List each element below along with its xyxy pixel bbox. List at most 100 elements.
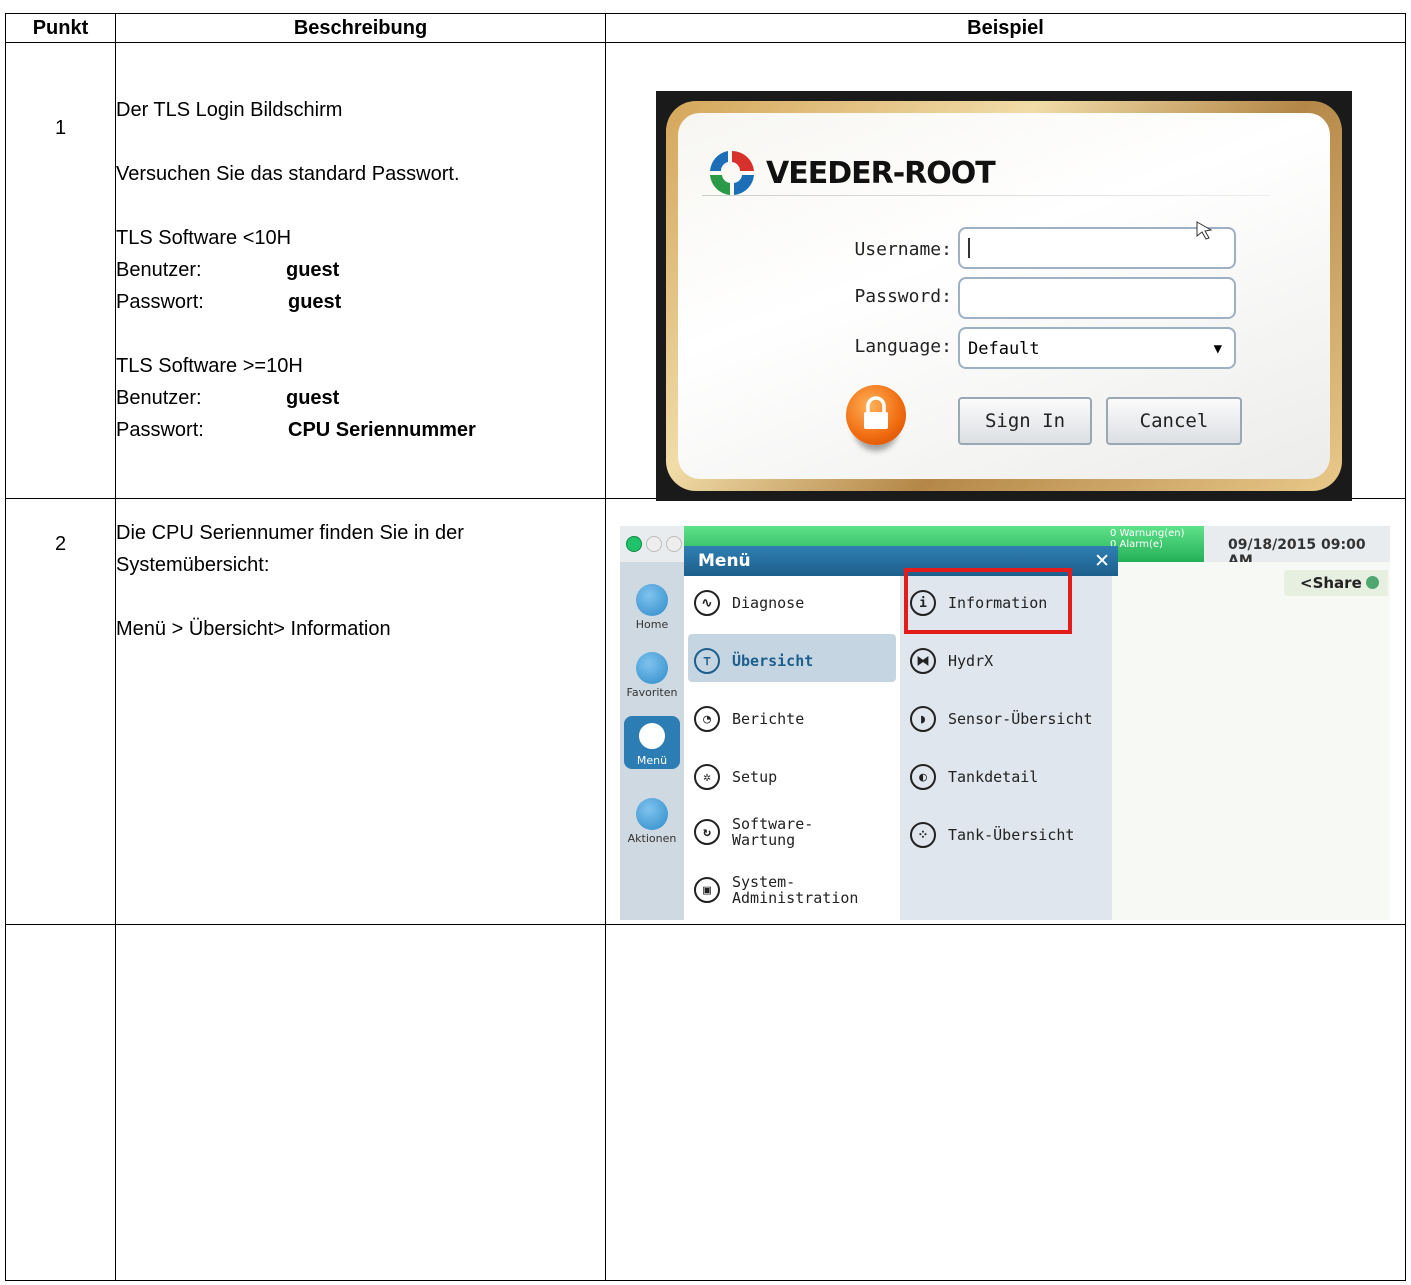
brand-name: VEEDER-ROOT <box>766 155 996 191</box>
sidebar-item-aktionen[interactable]: Aktionen <box>624 798 680 845</box>
pass-value: guest <box>288 291 342 313</box>
veeder-root-logo: VEEDER-ROOT <box>706 147 996 199</box>
close-icon[interactable]: ✕ <box>1094 546 1110 576</box>
user-label: Benutzer: <box>116 387 202 409</box>
menu-item-label: HydrX <box>948 652 994 670</box>
pass-label: Passwort: <box>116 419 204 441</box>
login-panel: VEEDER-ROOT Username: Password: Language… <box>678 113 1330 479</box>
menu-item-berichte[interactable]: ◔ Berichte <box>694 706 804 732</box>
sidebar-label: Home <box>635 618 669 631</box>
dropdown-arrow-icon: ▼ <box>1213 341 1222 357</box>
content-area <box>1110 562 1390 920</box>
pass-value: CPU Seriennummer <box>288 419 476 441</box>
warning-count: 0 Warnung(en) <box>1110 528 1185 539</box>
menu-item-label: Wartung <box>732 831 796 849</box>
menu-item-label: Tankdetail <box>948 768 1039 786</box>
menu-item-system-administration[interactable]: ▣ System- Administration <box>694 874 858 906</box>
row-1-line-2: Versuchen Sie das standard Passwort. <box>116 163 460 185</box>
menu-left-column: ∿Diagnose ▶ ⊤Übersicht ▶ ◔Berichte ▶ ✲Se… <box>684 576 948 920</box>
language-label: Language: <box>854 336 952 357</box>
menu-item-label: Tank-Übersicht <box>948 826 1075 844</box>
text-caret <box>968 238 970 258</box>
chevron-down-icon <box>1365 576 1379 589</box>
sign-in-button[interactable]: Sign In <box>958 397 1092 445</box>
row-2-line-2: Systemübersicht: <box>116 554 270 576</box>
menu-item-label: Setup <box>732 768 778 786</box>
instruction-table: Punkt Beschreibung Beispiel 1 Der TLS Lo… <box>5 13 1406 1281</box>
tank-gauge-icon: ◐ <box>910 764 936 790</box>
login-frame: VEEDER-ROOT Username: Password: Language… <box>666 101 1342 491</box>
pass-label: Passwort: <box>116 291 204 313</box>
menu-item-label: Sensor-Übersicht <box>948 710 1093 728</box>
menu-item-tank-uebersicht[interactable]: ⁘ Tank-Übersicht <box>910 822 1074 848</box>
diagnose-icon: ∿ <box>694 590 720 616</box>
sensor-icon: ◗ <box>910 706 936 732</box>
home-icon <box>636 584 668 616</box>
status-dots <box>626 536 682 552</box>
row-3-description <box>115 924 606 1281</box>
gear-icon: ✲ <box>694 764 720 790</box>
mouse-cursor-icon <box>1196 221 1213 240</box>
row-3-example <box>605 924 1406 1281</box>
menu-item-uebersicht[interactable]: ⊤ Übersicht <box>694 648 813 674</box>
veeder-root-logo-icon <box>710 150 754 195</box>
menu-item-setup[interactable]: ✲ Setup <box>694 764 777 790</box>
star-icon <box>636 652 668 684</box>
menu-item-label: Diagnose <box>732 594 805 612</box>
alarm-count: 0 Alarm(e) <box>1110 539 1163 550</box>
sw2-user-row: Benutzer: guest <box>116 382 605 414</box>
software-version-1: TLS Software <10H <box>116 227 292 249</box>
user-value: guest <box>286 259 340 281</box>
lock-icon <box>846 385 906 445</box>
cancel-button[interactable]: Cancel <box>1106 397 1242 445</box>
row-2-number: 2 <box>54 533 67 555</box>
username-label: Username: <box>854 239 952 260</box>
user-value: guest <box>286 387 340 409</box>
password-input[interactable] <box>958 277 1236 319</box>
user-label: Benutzer: <box>116 259 202 281</box>
lock-icon: ▣ <box>694 877 720 903</box>
share-button[interactable]: <Share <box>1284 570 1388 596</box>
menu-item-label: Übersicht <box>732 652 814 670</box>
row-2-line-1: Die CPU Seriennumer finden Sie in der <box>116 522 464 544</box>
sidebar-item-favoriten[interactable]: Favoriten <box>624 652 680 699</box>
language-select[interactable]: Default ▼ <box>958 327 1236 369</box>
sidebar-item-menu[interactable]: Menü <box>624 716 680 769</box>
menu-item-diagnose[interactable]: ∿ Diagnose <box>694 590 804 616</box>
refresh-icon: ↻ <box>694 819 720 845</box>
status-dot-icon <box>646 536 662 552</box>
row-2-number-cell: 2 <box>5 498 116 925</box>
menu-item-hydrx[interactable]: ⧓ HydrX <box>910 648 993 674</box>
row-2-description: Die CPU Seriennumer finden Sie in der Sy… <box>115 498 606 925</box>
clock-icon: ◔ <box>694 706 720 732</box>
password-label: Password: <box>854 286 952 307</box>
language-value: Default <box>968 339 1040 359</box>
sidebar-label: Favoriten <box>626 686 678 699</box>
row-1-line-1: Der TLS Login Bildschirm <box>116 99 343 121</box>
menu-item-label: Berichte <box>732 710 805 728</box>
header-punkt: Punkt <box>5 13 116 43</box>
menu-item-tankdetail[interactable]: ◐ Tankdetail <box>910 764 1038 790</box>
header-beispiel: Beispiel <box>605 13 1406 43</box>
tanks-icon: ⁘ <box>910 822 936 848</box>
row-2-line-3: Menü > Übersicht> Information <box>116 618 391 640</box>
menu-item-sensor-uebersicht[interactable]: ◗ Sensor-Übersicht <box>910 706 1093 732</box>
row-1-example: VEEDER-ROOT Username: Password: Language… <box>605 42 1406 501</box>
overview-icon: ⊤ <box>694 648 720 674</box>
actions-icon <box>636 798 668 830</box>
sidebar-item-home[interactable]: Home <box>624 584 680 631</box>
row-2-example: 0 Warnung(en) 0 Alarm(e) 09/18/2015 09:00… <box>605 498 1406 925</box>
hydrx-icon: ⧓ <box>910 648 936 674</box>
share-icon: < <box>1300 574 1313 592</box>
menu-icon <box>636 720 668 752</box>
username-input[interactable] <box>958 227 1236 269</box>
status-dot-icon <box>666 536 682 552</box>
divider <box>702 195 1270 196</box>
menu-item-software-wartung[interactable]: ↻ Software- Wartung <box>694 816 813 848</box>
highlight-box <box>904 568 1072 634</box>
sidebar-label: Menü <box>636 754 668 767</box>
header-beschreibung: Beschreibung <box>115 13 606 43</box>
software-version-2: TLS Software >=10H <box>116 355 303 377</box>
sw2-pass-row: Passwort: CPU Seriennummer <box>116 414 605 446</box>
sidebar: Home Favoriten Menü Aktionen <box>620 562 684 920</box>
